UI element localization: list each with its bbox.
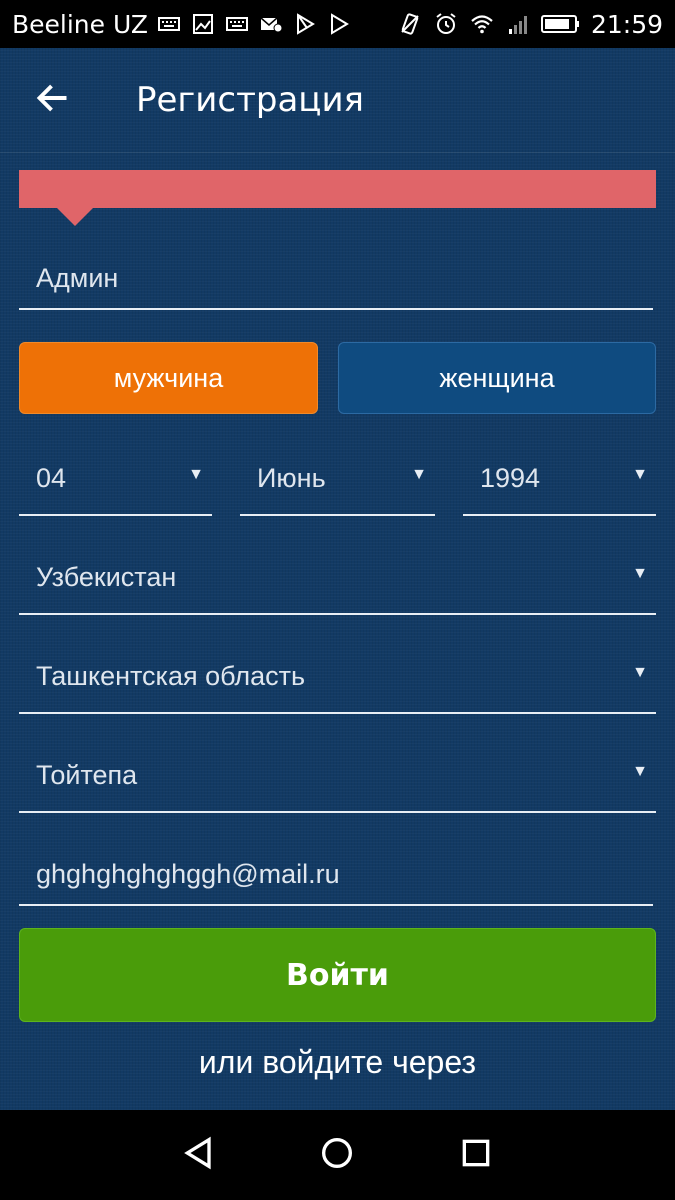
- region-select[interactable]: Ташкентская область ▼: [19, 640, 656, 714]
- keyboard-icon: [156, 11, 182, 37]
- dropdown-arrow-icon: ▼: [632, 565, 648, 582]
- page-title: Регистрация: [136, 80, 364, 120]
- nav-back-button[interactable]: [169, 1125, 229, 1185]
- name-input[interactable]: [19, 248, 653, 308]
- recents-square-icon: [456, 1133, 496, 1177]
- name-field[interactable]: [19, 248, 653, 310]
- gender-male-button[interactable]: мужчина: [19, 342, 318, 414]
- email-input[interactable]: [19, 844, 653, 904]
- dropdown-arrow-icon: ▼: [411, 466, 427, 483]
- clock: 21:59: [590, 9, 663, 39]
- dropdown-arrow-icon: ▼: [632, 664, 648, 681]
- arrow-left-icon: [35, 80, 71, 120]
- birth-year-select[interactable]: 1994 ▼: [463, 442, 656, 516]
- signal-icon: [505, 11, 531, 37]
- status-bar: Beeline UZ 21:59: [0, 0, 675, 48]
- city-value: Тойтепа: [36, 759, 138, 790]
- login-button[interactable]: Войти: [19, 928, 656, 1022]
- region-value: Ташкентская область: [36, 660, 306, 691]
- home-circle-icon: [317, 1133, 357, 1177]
- alarm-icon: [433, 11, 459, 37]
- birth-day-select[interactable]: 04 ▼: [19, 442, 212, 516]
- birth-day-value: 04: [36, 462, 67, 493]
- birth-month-select[interactable]: Июнь ▼: [240, 442, 435, 516]
- mail-icon: [258, 11, 284, 37]
- navigation-bar: [0, 1110, 675, 1200]
- play-icon: [326, 11, 352, 37]
- dropdown-arrow-icon: ▼: [632, 466, 648, 483]
- back-button[interactable]: [18, 65, 88, 135]
- dropdown-arrow-icon: ▼: [188, 466, 204, 483]
- app-bar: Регистрация: [0, 48, 675, 153]
- country-value: Узбекистан: [36, 561, 177, 592]
- nav-recents-button[interactable]: [446, 1125, 506, 1185]
- play-store-icon: [292, 11, 318, 37]
- carrier-label: Beeline UZ: [12, 9, 148, 39]
- vibrate-icon: [397, 11, 423, 37]
- error-banner: [19, 170, 656, 226]
- image-icon: [190, 11, 216, 37]
- city-select[interactable]: Тойтепа ▼: [19, 739, 656, 813]
- or-login-via-label: или войдите через: [198, 1044, 477, 1080]
- keyboard-icon: [224, 11, 250, 37]
- country-select[interactable]: Узбекистан ▼: [19, 541, 656, 615]
- nav-home-button[interactable]: [307, 1125, 367, 1185]
- wifi-icon: [469, 11, 495, 37]
- back-triangle-icon: [179, 1133, 219, 1177]
- birth-month-value: Июнь: [257, 462, 326, 493]
- battery-icon: [540, 11, 581, 37]
- birth-year-value: 1994: [480, 462, 541, 493]
- dropdown-arrow-icon: ▼: [632, 763, 648, 780]
- gender-female-button[interactable]: женщина: [338, 342, 656, 414]
- email-field[interactable]: [19, 844, 653, 906]
- app-root: Beeline UZ 21:59 Регистрация Админ мужчи…: [0, 0, 675, 1200]
